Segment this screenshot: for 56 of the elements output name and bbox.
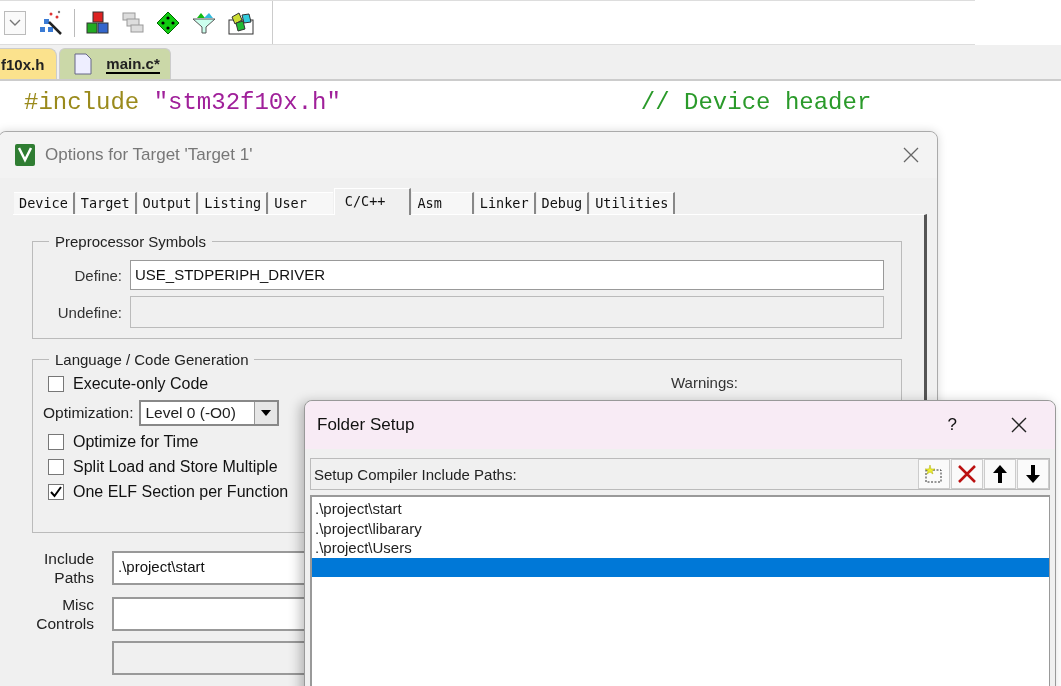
field-label: Define: [73,266,122,284]
checkbox[interactable] [48,459,64,475]
dropdown-arrow-icon [261,410,272,416]
window-title: Folder Setup [317,415,415,435]
warnings-label: Warnings: [671,374,738,391]
list-item[interactable]: .\project\libarary [312,518,1049,538]
arrow-up-icon [991,464,1009,484]
new-folder-icon [924,464,944,484]
optimization-dropdown[interactable]: Level 0 (-O0) [139,400,280,426]
file-tab[interactable]: f10x.h [0,48,58,79]
file-tab[interactable]: main.c* [59,48,171,79]
checkbox-label: One ELF Section per Function [73,483,289,501]
field-label: Include Paths [43,549,94,587]
move-up-button[interactable] [984,459,1016,489]
wand-icon[interactable] [37,9,63,36]
tab[interactable]: Debug [536,192,590,214]
list-item[interactable]: .\project\start [312,499,1049,519]
list-item[interactable] [312,557,1049,577]
checkbox[interactable] [48,434,64,450]
group-title: Preprocessor Symbols [54,233,207,250]
chevron-icon [9,18,21,27]
list-item[interactable]: .\project\Users [312,538,1049,558]
field-label: Misc Controls [35,595,94,633]
tab[interactable]: User [269,192,333,214]
tab[interactable]: Asm [412,192,474,214]
tab[interactable]: C/C++ [333,188,412,215]
diamond-icon[interactable] [156,10,180,35]
tab[interactable]: Listing [199,192,269,214]
list-title: Setup Compiler Include Paths: [314,465,517,483]
define-field[interactable]: USE_STDPERIPH_DRIVER [130,260,884,290]
close-icon[interactable] [1011,417,1027,433]
blocks-icon[interactable] [86,10,110,35]
checkbox-label: Optimize for Time [73,433,199,451]
window-title: Options for Target 'Target 1' [45,145,253,165]
checkbox-label: Execute-only Code [73,375,209,393]
new-button[interactable] [918,459,950,489]
arrow-down-icon [1024,464,1042,484]
delete-icon [957,464,977,484]
field-label: Optimization: [43,404,134,422]
app-icon [15,144,35,166]
move-down-button[interactable] [1017,459,1049,489]
checkbox[interactable] [48,484,64,500]
group-title: Language / Code Generation [54,351,250,368]
tab[interactable]: Output [137,192,199,214]
code-line: #include "stm32f10x.h" // Device header [23,88,873,116]
tab[interactable]: Device [14,192,75,214]
delete-button[interactable] [951,459,983,489]
document-icon [74,53,93,75]
checkbox[interactable] [48,376,64,392]
field-label: Undefine: [56,303,122,321]
tab[interactable]: Linker [474,192,536,214]
dice-box-icon[interactable] [228,10,254,35]
tab[interactable]: Target [75,192,137,214]
tab[interactable]: Utilities [590,192,676,214]
checkbox-label: Split Load and Store Multiple [73,458,278,476]
help-button[interactable]: ? [947,415,957,435]
